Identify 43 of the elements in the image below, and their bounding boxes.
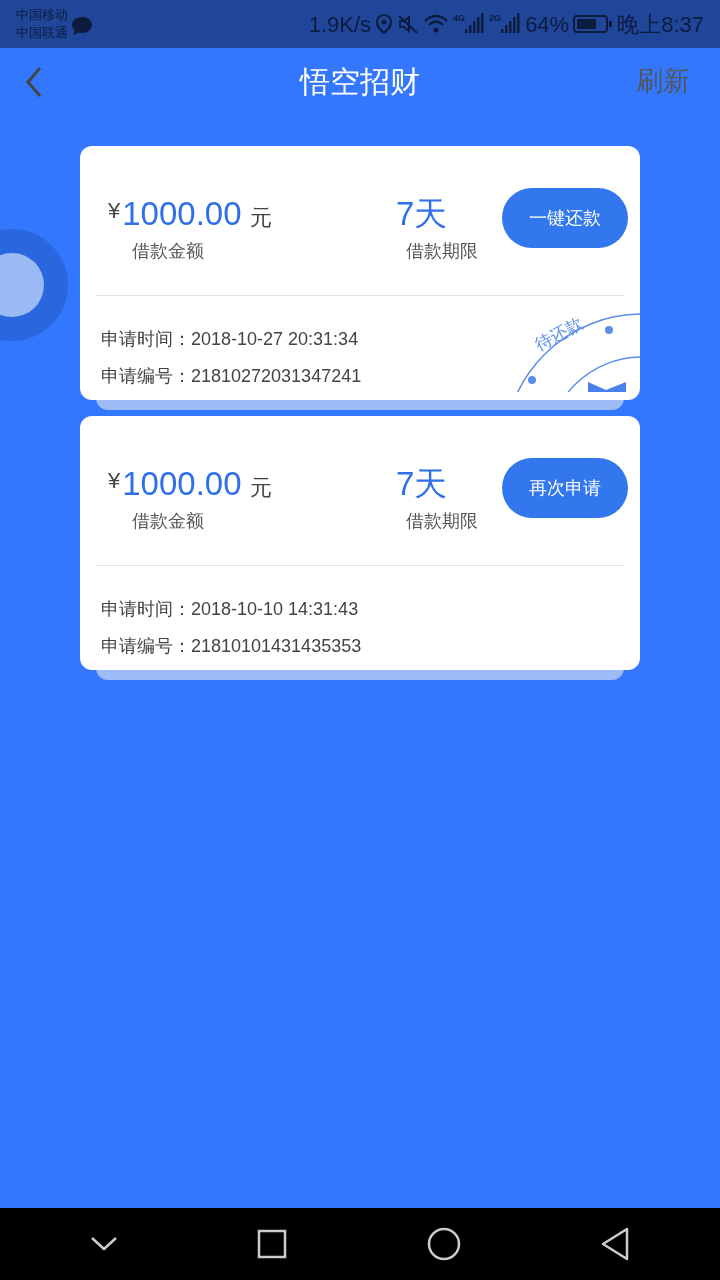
action-button[interactable]: 一键还款 (502, 188, 628, 248)
network-type: 2G (489, 13, 502, 23)
term-label: 借款期限 (405, 510, 479, 533)
loan-term: 7天 (395, 464, 449, 504)
back-triangle-icon[interactable] (600, 1227, 631, 1261)
currency-symbol: ¥ (108, 197, 121, 225)
network-type: 4G (453, 13, 466, 23)
clock-time: 晚上8:37 (617, 10, 704, 39)
currency-unit: 元 (249, 474, 272, 502)
wifi-icon (423, 13, 450, 35)
loan-amount: 1000.00 (122, 464, 242, 504)
network-speed: 1.9K/s (308, 10, 372, 39)
chat-icon (70, 16, 94, 36)
amount-label: 借款金额 (131, 510, 205, 533)
back-icon (25, 65, 43, 98)
loan-term: 7天 (395, 194, 449, 234)
battery-icon (573, 14, 614, 34)
number-label: 申请编号： (101, 635, 191, 658)
home-icon[interactable] (426, 1227, 461, 1261)
stamp-text: 待还款 (531, 313, 588, 357)
signal-icon (501, 13, 522, 35)
currency-unit: 元 (249, 204, 272, 232)
apply-time: 2018-10-27 20:31:34 (191, 328, 359, 351)
carrier-name: 中国联通 (16, 24, 68, 42)
number-label: 申请编号： (101, 365, 191, 388)
term-label: 借款期限 (405, 240, 479, 263)
carrier-name: 中国移动 (16, 6, 68, 24)
square-icon[interactable] (257, 1229, 288, 1259)
signal-icon (465, 13, 486, 35)
battery-percent: 64% (525, 10, 570, 39)
apply-number: 21810101431435353 (191, 635, 362, 658)
time-label: 申请时间： (101, 328, 191, 351)
mute-icon (397, 13, 420, 35)
currency-symbol: ¥ (108, 467, 121, 495)
amount-label: 借款金额 (131, 240, 205, 263)
loan-amount: 1000.00 (122, 194, 242, 234)
page-title: 悟空招财 (300, 64, 420, 100)
location-icon (375, 13, 394, 35)
time-label: 申请时间： (101, 598, 191, 621)
apply-number: 21810272031347241 (191, 365, 362, 388)
chevron-down-icon[interactable] (89, 1236, 118, 1252)
apply-time: 2018-10-10 14:31:43 (191, 598, 359, 621)
action-button[interactable]: 再次申请 (502, 458, 628, 518)
